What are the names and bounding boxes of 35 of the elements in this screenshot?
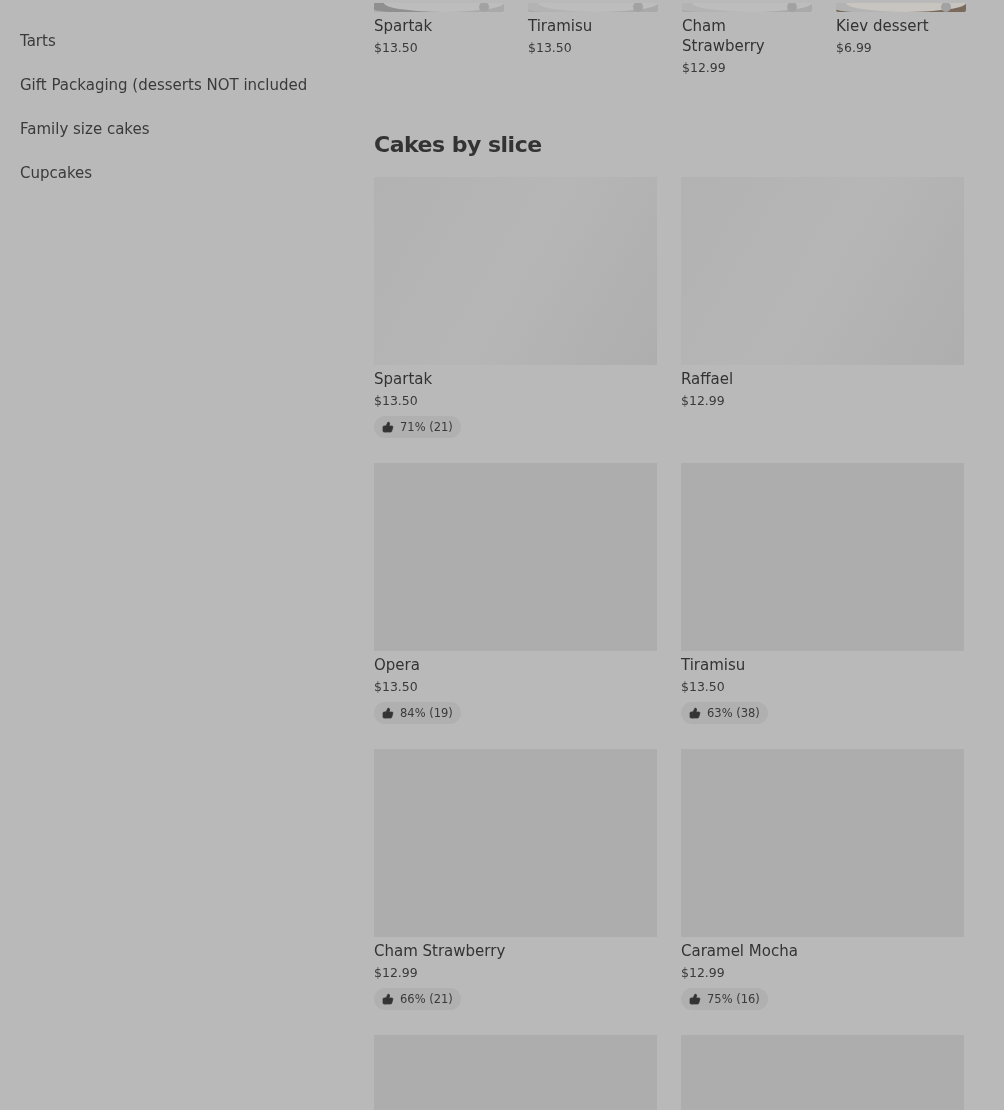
rating-text: 75% (16) <box>707 992 760 1006</box>
product-price: $12.99 <box>682 59 727 77</box>
rating-text: 84% (19) <box>400 706 453 720</box>
product-price: $12.99 <box>374 964 418 982</box>
product-name: Tiramisu <box>681 655 746 675</box>
product-price: $13.50 <box>374 392 418 410</box>
product-name: Spartak <box>374 369 433 389</box>
thumbs-up-icon <box>382 421 394 433</box>
rating-text: 63% (38) <box>707 706 760 720</box>
product-price: $12.99 <box>681 964 725 982</box>
product-name: Tiramisu <box>528 16 594 36</box>
rating-text: 71% (21) <box>400 420 453 434</box>
section-title: Cakes by slice <box>374 131 543 159</box>
product-price: $12.99 <box>681 392 725 410</box>
product-name: Cham Strawberry <box>682 16 766 56</box>
rating-text: 66% (21) <box>400 992 453 1006</box>
thumbs-up-icon <box>689 707 701 719</box>
category-link[interactable]: Cupcakes <box>20 163 374 184</box>
product-price: $6.99 <box>836 39 873 57</box>
thumbs-up-icon <box>382 707 394 719</box>
product-price: $13.50 <box>374 39 419 57</box>
product-price: $13.50 <box>374 678 418 696</box>
product-name: Raffael <box>681 369 734 389</box>
product-price: $13.50 <box>528 39 573 57</box>
product-name: Opera <box>374 655 420 675</box>
category-link[interactable]: Tarts <box>20 31 374 52</box>
thumbs-up-icon <box>382 993 394 1005</box>
product-name: Caramel Mocha <box>681 941 798 961</box>
thumbs-up-icon <box>689 993 701 1005</box>
product-name: Cham Strawberry <box>374 941 506 961</box>
category-link[interactable]: Gift Packaging (desserts NOT included <box>20 75 374 96</box>
category-link[interactable]: Family size cakes <box>20 119 374 140</box>
product-name: Spartak <box>374 16 434 36</box>
product-price: $13.50 <box>681 678 725 696</box>
product-name: Kiev dessert <box>836 16 930 36</box>
